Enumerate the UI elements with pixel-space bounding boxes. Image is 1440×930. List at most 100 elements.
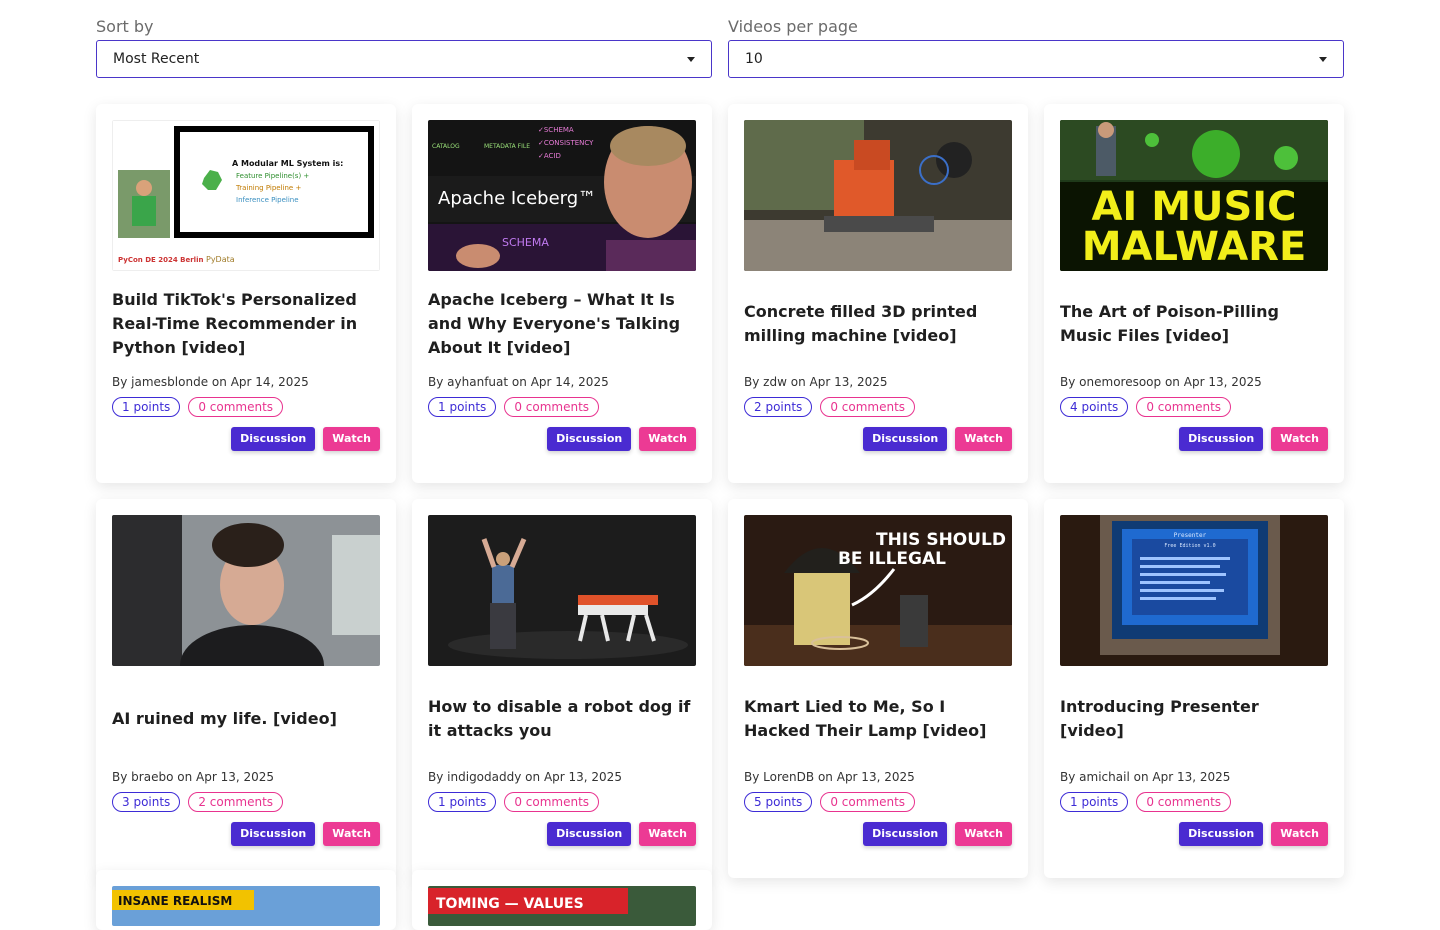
video-thumbnail[interactable]: Apache Iceberg™ CATALOG METADATA FILE ✓S… <box>428 120 696 271</box>
author-name: amichail <box>1079 770 1130 784</box>
video-card: Concrete filled 3D printed milling machi… <box>728 104 1028 483</box>
watch-button[interactable]: Watch <box>955 822 1012 846</box>
thumbnail-image: THIS SHOULD BE ILLEGAL <box>744 515 1012 666</box>
discussion-button[interactable]: Discussion <box>1179 427 1264 451</box>
card-actions: Discussion Watch <box>863 822 1012 846</box>
comments-badge: 0 comments <box>1136 792 1232 812</box>
video-thumbnail[interactable] <box>428 515 696 666</box>
videos-per-page-select[interactable]: 10 <box>728 40 1344 78</box>
video-thumbnail[interactable]: AI MUSIC MALWARE <box>1060 120 1328 271</box>
card-actions: Discussion Watch <box>1179 822 1328 846</box>
video-title[interactable]: Build TikTok's Personalized Real-Time Re… <box>112 288 380 360</box>
thumb-heading: INSANE REALISM <box>118 894 232 908</box>
card-actions: Discussion Watch <box>1179 427 1328 451</box>
stats: 3 points 2 comments <box>112 792 380 812</box>
filter-controls: Sort by Most Recent Videos per page 10 <box>96 16 1344 78</box>
discussion-button[interactable]: Discussion <box>231 822 316 846</box>
video-thumbnail[interactable]: THIS SHOULD BE ILLEGAL <box>744 515 1012 666</box>
video-card: A Modular ML System is: Feature Pipeline… <box>96 104 396 483</box>
watch-button[interactable]: Watch <box>323 822 380 846</box>
video-title[interactable]: Introducing Presenter [video] <box>1060 695 1328 743</box>
video-thumbnail[interactable] <box>112 515 380 666</box>
thumbnail-image: Apache Iceberg™ CATALOG METADATA FILE ✓S… <box>428 120 696 271</box>
stats: 1 points 0 comments <box>428 792 696 812</box>
on-label: on <box>525 770 541 784</box>
by-label: By <box>1060 375 1076 389</box>
by-label: By <box>112 770 128 784</box>
comments-badge: 0 comments <box>504 792 600 812</box>
thumbnail-image: AI MUSIC MALWARE <box>1060 120 1328 271</box>
stats: 1 points 0 comments <box>112 397 380 417</box>
thumb-item: Inference Pipeline <box>236 196 299 204</box>
watch-button[interactable]: Watch <box>639 822 696 846</box>
on-label: on <box>511 375 527 389</box>
video-meta: By amichail on Apr 13, 2025 <box>1060 770 1328 784</box>
author-name: indigodaddy <box>447 770 522 784</box>
title-container: How to disable a robot dog if it attacks… <box>428 676 696 762</box>
comments-badge: 0 comments <box>1136 397 1232 417</box>
title-container: Apache Iceberg – What It Is and Why Ever… <box>428 281 696 367</box>
video-meta: By braebo on Apr 13, 2025 <box>112 770 380 784</box>
watch-button[interactable]: Watch <box>639 427 696 451</box>
chevron-down-icon <box>1319 56 1327 62</box>
watch-button[interactable]: Watch <box>1271 427 1328 451</box>
video-thumbnail[interactable]: TOMING — VALUES <box>428 886 696 926</box>
stats: 4 points 0 comments <box>1060 397 1328 417</box>
video-title[interactable]: Concrete filled 3D printed milling machi… <box>744 300 1012 348</box>
videos-per-page-value: 10 <box>745 51 763 67</box>
post-date: Apr 13, 2025 <box>1152 770 1231 784</box>
thumb-note: ✓ACID <box>538 152 561 160</box>
card-actions: Discussion Watch <box>863 427 1012 451</box>
points-badge: 4 points <box>1060 397 1129 417</box>
by-label: By <box>1060 770 1076 784</box>
by-label: By <box>112 375 128 389</box>
video-thumbnail[interactable]: INSANE REALISM <box>112 886 380 926</box>
by-label: By <box>428 375 444 389</box>
video-title[interactable]: Apache Iceberg – What It Is and Why Ever… <box>428 288 696 360</box>
thumb-note: ✓CONSISTENCY <box>538 139 594 147</box>
title-container: The Art of Poison-Pilling Music Files [v… <box>1060 281 1328 367</box>
thumb-item: Feature Pipeline(s) + <box>236 172 309 180</box>
discussion-button[interactable]: Discussion <box>547 427 632 451</box>
video-title[interactable]: Kmart Lied to Me, So I Hacked Their Lamp… <box>744 695 1012 743</box>
stats: 5 points 0 comments <box>744 792 1012 812</box>
discussion-button[interactable]: Discussion <box>1179 822 1264 846</box>
card-actions: Discussion Watch <box>231 822 380 846</box>
card-actions: Discussion Watch <box>231 427 380 451</box>
thumbnail-image <box>428 515 696 666</box>
by-label: By <box>428 770 444 784</box>
thumb-heading: THIS SHOULD <box>876 530 1006 550</box>
discussion-button[interactable]: Discussion <box>863 822 948 846</box>
chevron-down-icon <box>687 56 695 62</box>
video-thumbnail[interactable]: Presenter Free Edition v1.0 <box>1060 515 1328 666</box>
watch-button[interactable]: Watch <box>323 427 380 451</box>
discussion-button[interactable]: Discussion <box>863 427 948 451</box>
video-title[interactable]: The Art of Poison-Pilling Music Files [v… <box>1060 300 1328 348</box>
sort-by-select[interactable]: Most Recent <box>96 40 712 78</box>
video-title[interactable]: How to disable a robot dog if it attacks… <box>428 695 696 743</box>
on-label: on <box>177 770 193 784</box>
video-meta: By jamesblonde on Apr 14, 2025 <box>112 375 380 389</box>
video-meta: By onemoresoop on Apr 13, 2025 <box>1060 375 1328 389</box>
video-grid: A Modular ML System is: Feature Pipeline… <box>96 104 1344 878</box>
title-container: Concrete filled 3D printed milling machi… <box>744 281 1012 367</box>
video-thumbnail[interactable] <box>744 120 1012 271</box>
discussion-button[interactable]: Discussion <box>547 822 632 846</box>
watch-button[interactable]: Watch <box>1271 822 1328 846</box>
video-meta: By indigodaddy on Apr 13, 2025 <box>428 770 696 784</box>
author-name: ayhanfuat <box>447 375 509 389</box>
author-name: zdw <box>763 375 787 389</box>
discussion-button[interactable]: Discussion <box>231 427 316 451</box>
points-badge: 1 points <box>1060 792 1129 812</box>
thumbnail-image: TOMING — VALUES <box>428 886 696 926</box>
thumb-heading: BE ILLEGAL <box>838 549 946 569</box>
on-label: on <box>1133 770 1149 784</box>
post-date: Apr 14, 2025 <box>230 375 309 389</box>
thumb-heading: Presenter <box>1174 532 1207 539</box>
points-badge: 5 points <box>744 792 813 812</box>
post-date: Apr 14, 2025 <box>530 375 609 389</box>
video-title[interactable]: AI ruined my life. [video] <box>112 707 337 731</box>
post-date: Apr 13, 2025 <box>196 770 275 784</box>
video-thumbnail[interactable]: A Modular ML System is: Feature Pipeline… <box>112 120 380 271</box>
watch-button[interactable]: Watch <box>955 427 1012 451</box>
